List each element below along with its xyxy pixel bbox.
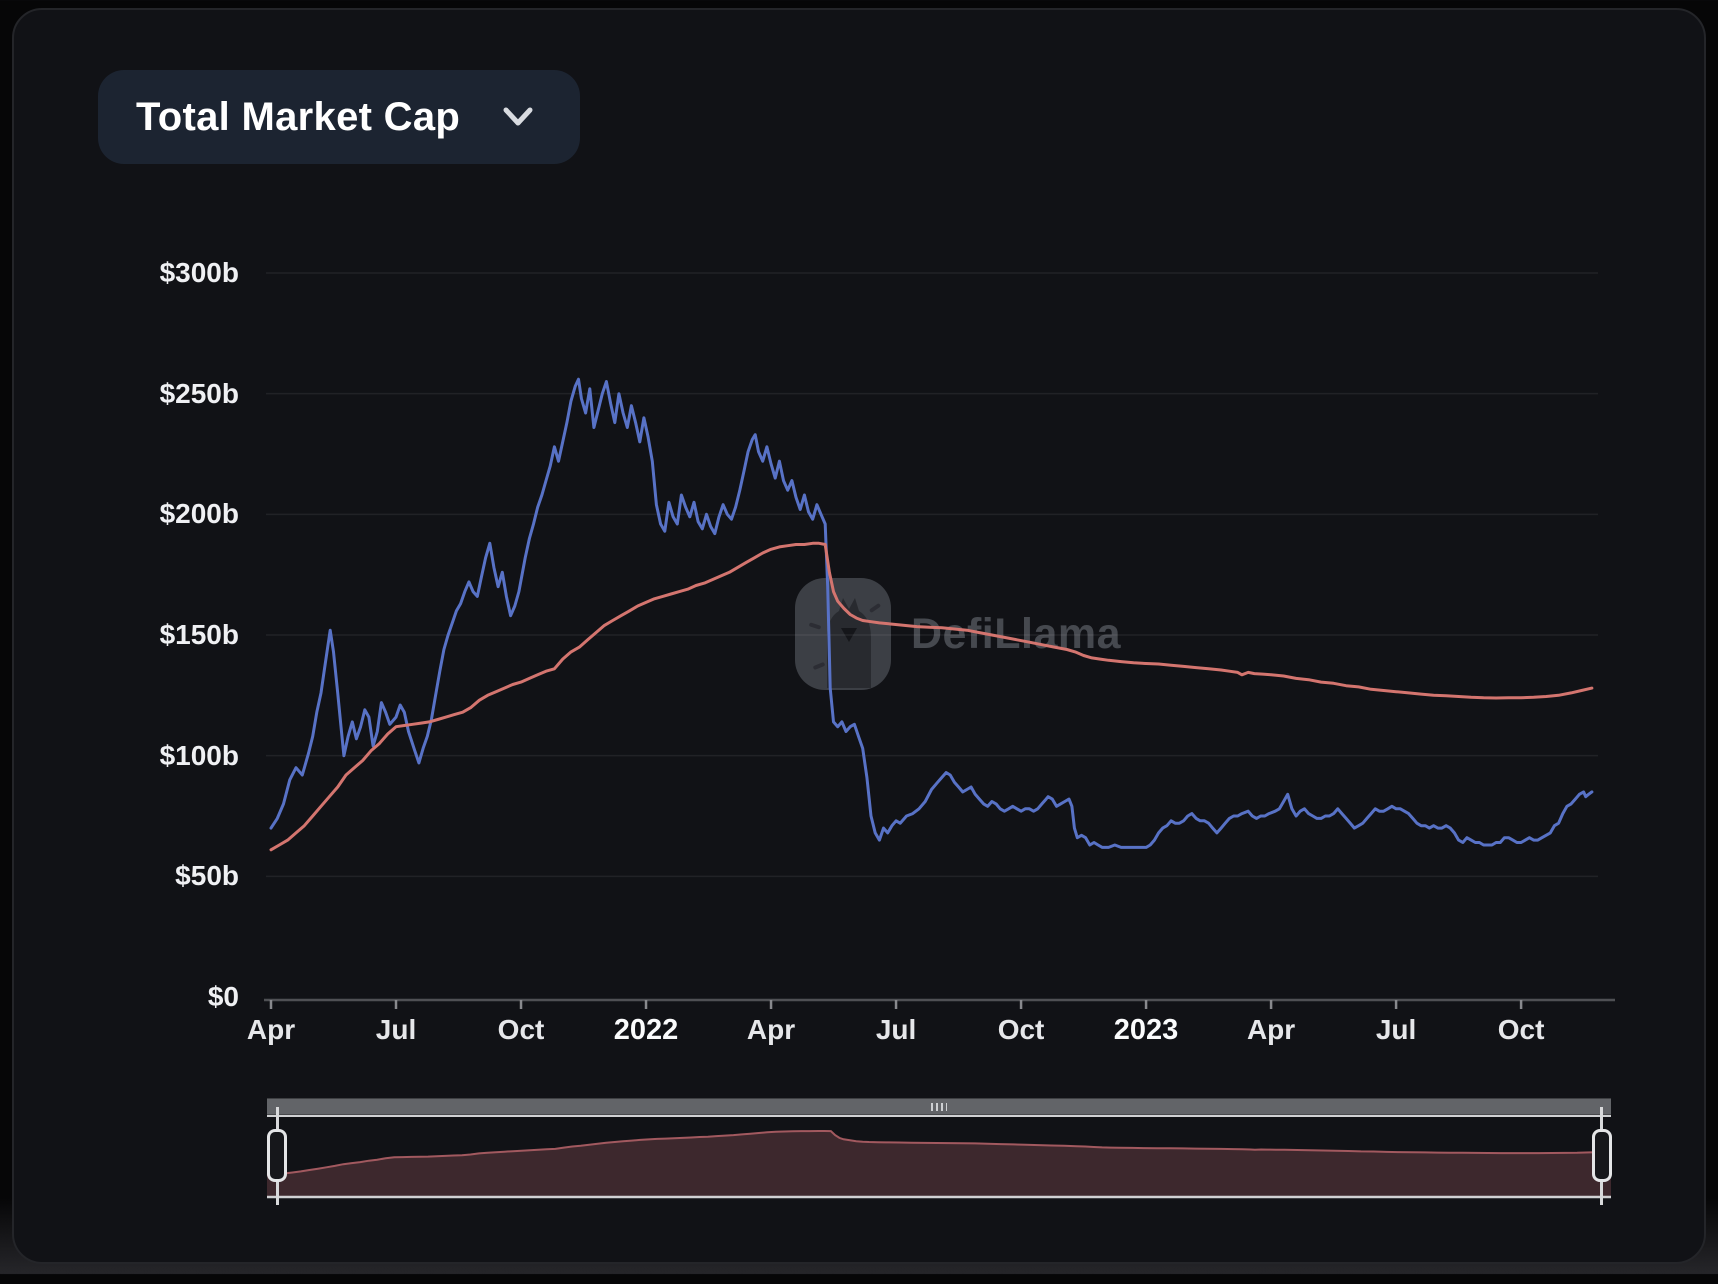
drag-grip-icon[interactable] bbox=[931, 1103, 947, 1111]
series-line-red bbox=[271, 543, 1592, 850]
chart-canvas[interactable] bbox=[14, 10, 1718, 1284]
brush-scroll-bar[interactable] bbox=[267, 1098, 1611, 1115]
brush-right-handle[interactable] bbox=[1592, 1129, 1612, 1182]
series-line-blue bbox=[271, 379, 1592, 847]
brush-area-fill bbox=[267, 1131, 1611, 1196]
brush-left-handle[interactable] bbox=[267, 1129, 287, 1182]
chart-card: Total Market Cap DefiLlama $300b$250b$20… bbox=[12, 8, 1706, 1264]
